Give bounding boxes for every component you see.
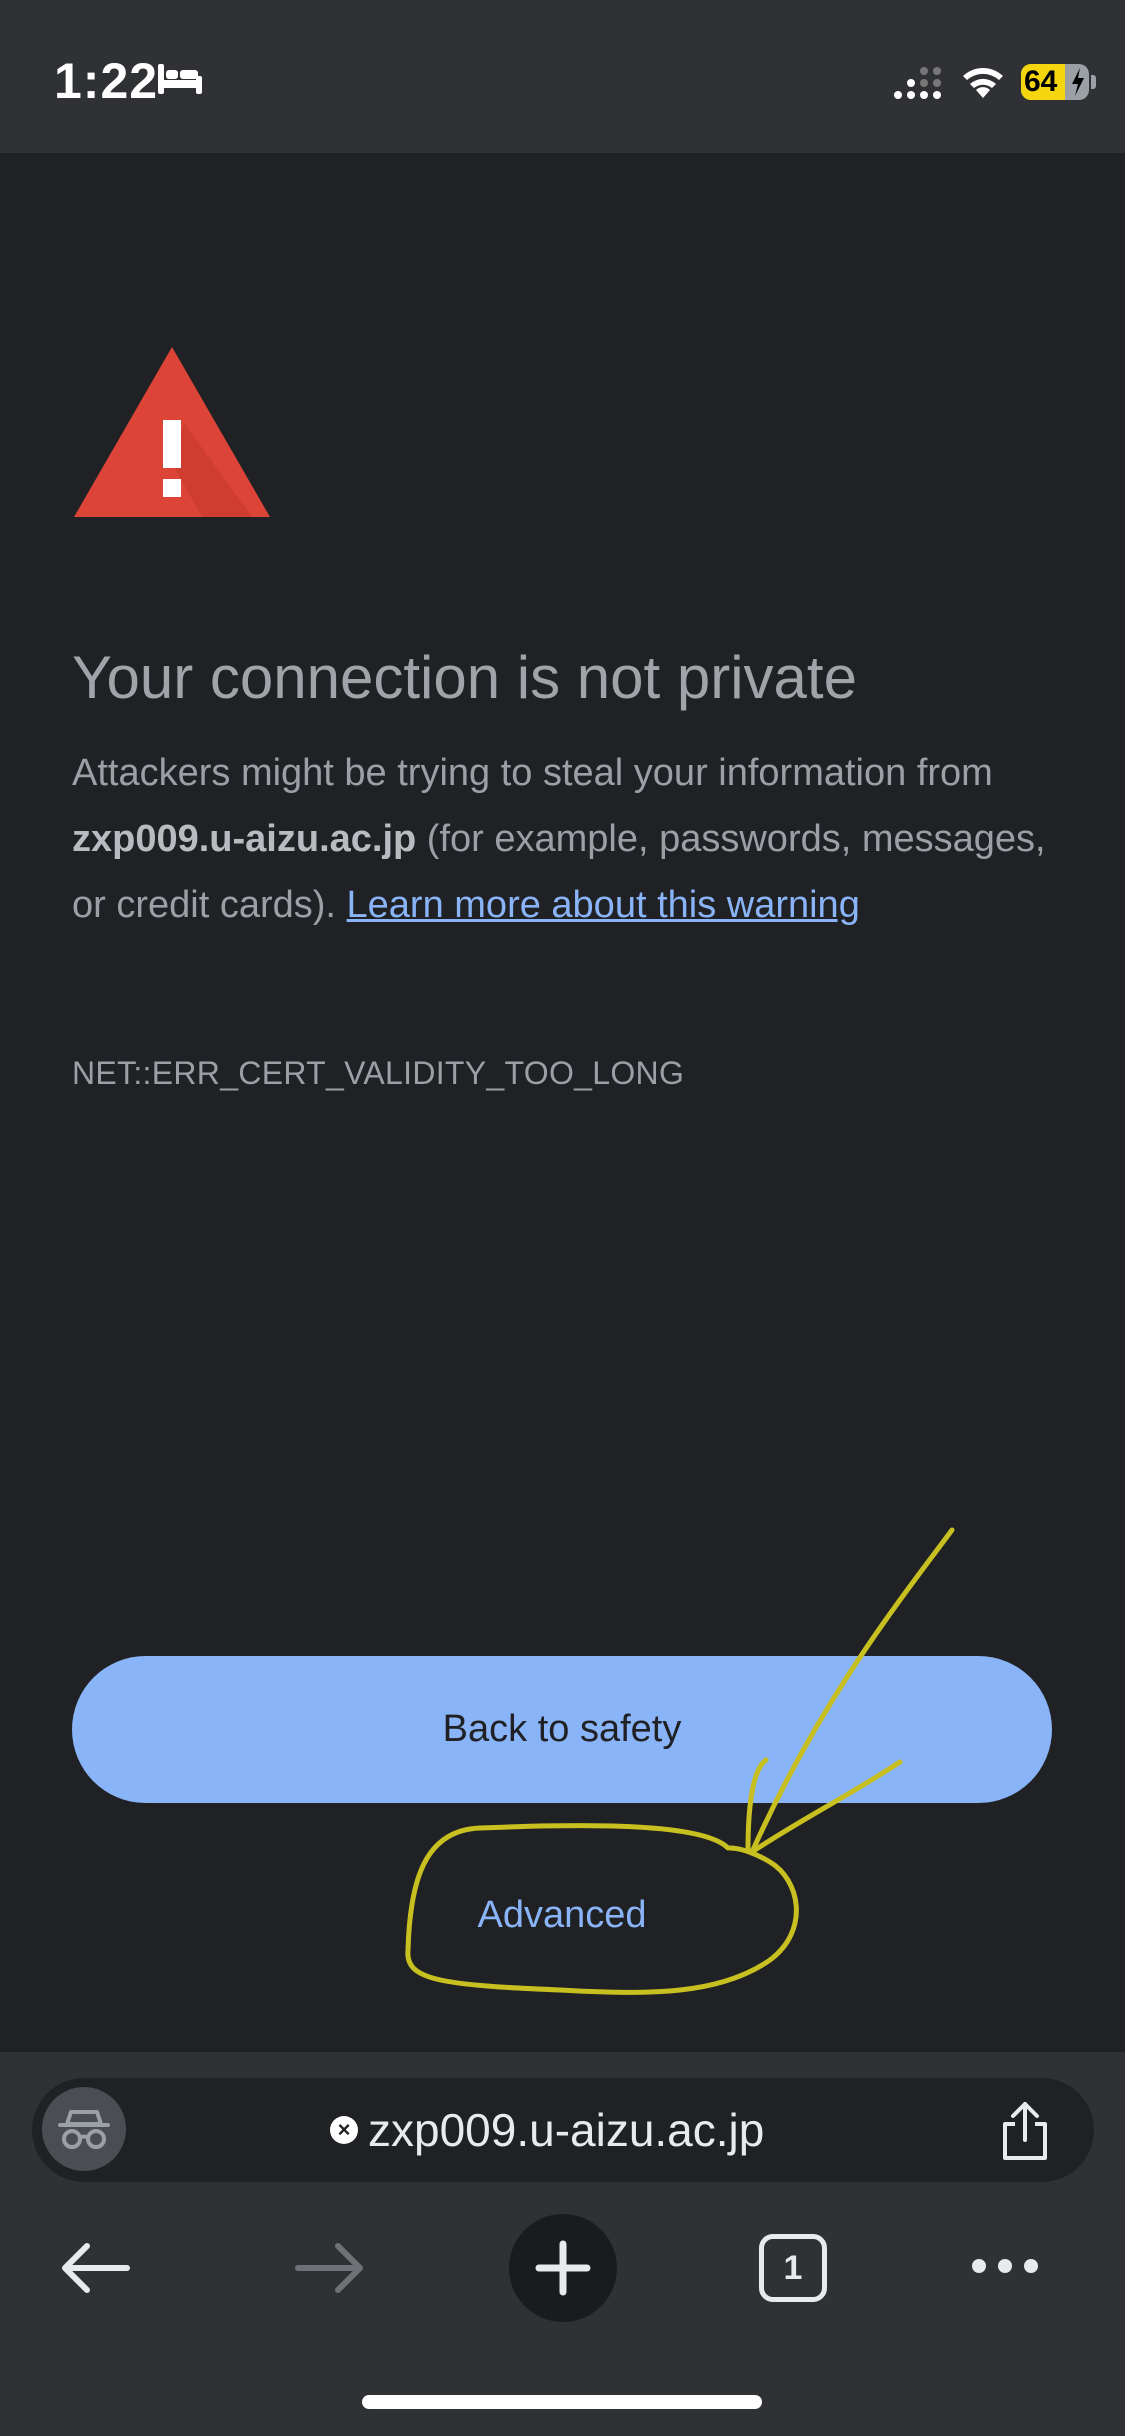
new-tab-button[interactable] [509,2214,617,2322]
back-to-safety-button[interactable]: Back to safety [72,1656,1052,1803]
tab-switcher-icon[interactable]: 1 [759,2234,827,2302]
forward-arrow-icon[interactable] [290,2238,370,2298]
site-host: zxp009.u-aizu.ac.jp [72,818,417,860]
wifi-icon [963,68,1003,98]
advanced-button[interactable]: Advanced [430,1880,694,1950]
home-indicator [362,2395,762,2409]
status-time: 1:22 [54,53,159,109]
error-code: NET::ERR_CERT_VALIDITY_TOO_LONG [72,1055,685,1091]
url-display[interactable]: × zxp009.u-aizu.ac.jp [330,2100,764,2160]
more-dots-icon[interactable] [970,2253,1040,2279]
description-text: Attackers might be trying to steal your … [72,752,993,794]
warning-description: Attackers might be trying to steal your … [72,740,1062,938]
incognito-button[interactable] [42,2087,126,2171]
warning-triangle-icon [74,347,270,517]
share-icon[interactable] [995,2100,1055,2164]
cellular-signal-icon [894,67,941,99]
back-arrow-icon[interactable] [55,2238,135,2298]
battery-nub [1091,75,1096,89]
url-text: zxp009.u-aizu.ac.jp [368,2104,765,2156]
battery-level: 64 [1024,65,1058,98]
incognito-icon [58,2110,110,2149]
learn-more-link[interactable]: Learn more about this warning [347,884,860,926]
battery-charging-icon: 64 [1021,64,1089,100]
bed-icon [158,64,202,94]
status-bar: 1:22 64 [0,0,1125,153]
url-security-x-icon: × [330,2116,358,2144]
tab-count: 1 [783,2248,803,2287]
plus-icon [535,2240,591,2296]
page-title: Your connection is not private [72,644,857,711]
